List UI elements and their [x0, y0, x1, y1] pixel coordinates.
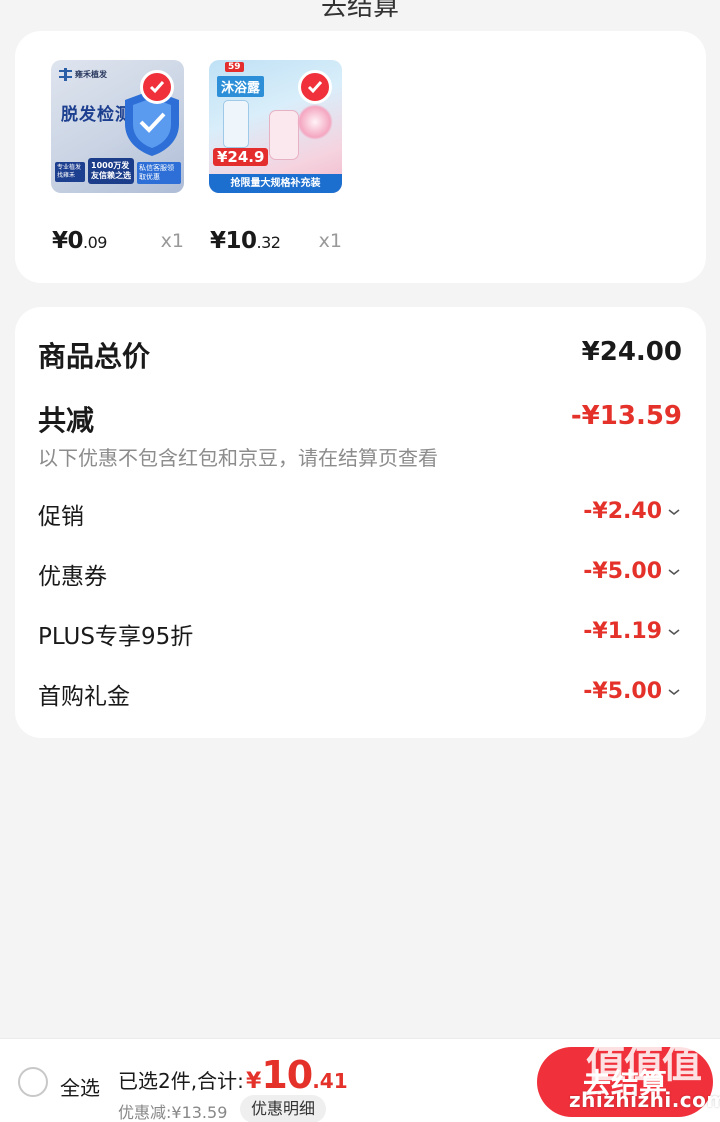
product-image-price: ¥24.9	[213, 148, 269, 166]
product-price-row: ¥10.32 x1	[209, 226, 342, 256]
product-price: ¥0.09	[52, 228, 107, 254]
select-all-label[interactable]: 全选	[60, 1072, 100, 1101]
product-price: ¥10.32	[210, 228, 281, 254]
total-price-label: 商品总价	[38, 340, 151, 373]
check-icon	[149, 81, 165, 94]
product-image-title: 沐浴露	[217, 76, 265, 97]
product-quantity: x1	[160, 230, 184, 252]
discount-value: -¥5.00	[583, 679, 682, 704]
total-price-value: ¥24.00	[581, 337, 682, 367]
discount-label: PLUS专享95折	[38, 624, 194, 650]
discount-label: 首购礼金	[38, 684, 130, 710]
product-tag-left: 专业植发找雍禾	[55, 162, 85, 182]
select-all-radio[interactable]	[18, 1067, 48, 1097]
chevron-down-icon[interactable]	[666, 504, 682, 520]
discount-value: -¥2.40	[583, 499, 682, 524]
selected-check-badge[interactable]	[298, 70, 332, 104]
discount-detail-button[interactable]: 优惠明细	[240, 1095, 327, 1122]
product-price-row: ¥0.09 x1	[51, 226, 184, 256]
chevron-down-icon[interactable]	[666, 684, 682, 700]
product-list-card: 雍禾植发 脱发检测 专业植发找雍禾 1000万发友信赖之选 私信客服领取优惠 ¥…	[15, 31, 706, 283]
product-quantity: x1	[318, 230, 342, 252]
product-image-banner: 抢限量大规格补充装	[209, 174, 342, 193]
product-tag-right: 私信客服领取优惠	[137, 162, 181, 184]
product-tag-middle: 1000万发友信赖之选	[88, 158, 134, 184]
product-item[interactable]: 雍禾植发 脱发检测 专业植发找雍禾 1000万发友信赖之选 私信客服领取优惠 ¥…	[51, 60, 184, 254]
product-item[interactable]: 59 沐浴露 ¥24.9 抢限量大规格补充装 ¥10.32 x1	[209, 60, 342, 254]
total-reduction-row: 共减 -¥13.59	[38, 399, 682, 439]
bottle-image	[223, 100, 249, 148]
brand-logo: 雍禾植发	[59, 68, 107, 81]
flower-decoration	[297, 104, 333, 140]
discount-label: 优惠券	[38, 564, 107, 590]
page-header-title: 去结算	[320, 0, 399, 22]
checkout-button[interactable]: 去结算	[537, 1047, 713, 1117]
discount-row-coupon[interactable]: 优惠券 -¥5.00	[38, 557, 682, 591]
discount-note: 以下优惠不包含红包和京豆，请在结算页查看	[38, 446, 438, 470]
selected-check-badge[interactable]	[140, 70, 174, 104]
check-icon	[307, 81, 323, 94]
checkout-bar: 全选 已选2件,合计: ¥10.41 优惠减:¥13.59 优惠明细 去结算	[0, 1038, 720, 1122]
discount-value: -¥5.00	[583, 559, 682, 584]
discount-row-promotion[interactable]: 促销 -¥2.40	[38, 497, 682, 531]
total-reduction-label: 共减	[38, 404, 95, 437]
total-amount: ¥10.41	[246, 1053, 348, 1097]
discount-value: -¥1.19	[583, 619, 682, 644]
pump-bottle-image	[269, 110, 299, 160]
discount-row-plus[interactable]: PLUS专享95折 -¥1.19	[38, 617, 682, 651]
chevron-down-icon[interactable]	[666, 564, 682, 580]
promo-badge: 59	[225, 62, 244, 72]
selected-count-text: 已选2件,合计:	[118, 1069, 244, 1093]
discount-label: 促销	[38, 504, 84, 530]
saved-amount: 优惠减:¥13.59	[118, 1103, 228, 1122]
price-summary-card: 商品总价 ¥24.00 共减 -¥13.59 以下优惠不包含红包和京豆，请在结算…	[15, 307, 706, 738]
total-price-row: 商品总价 ¥24.00	[38, 335, 682, 375]
brand-name: 雍禾植发	[75, 70, 107, 79]
total-reduction-value: -¥13.59	[570, 401, 682, 431]
chevron-down-icon[interactable]	[666, 624, 682, 640]
discount-row-first-purchase[interactable]: 首购礼金 -¥5.00	[38, 677, 682, 711]
product-thumbnail[interactable]: 雍禾植发 脱发检测 专业植发找雍禾 1000万发友信赖之选 私信客服领取优惠	[51, 60, 184, 193]
product-thumbnail[interactable]: 59 沐浴露 ¥24.9 抢限量大规格补充装	[209, 60, 342, 193]
